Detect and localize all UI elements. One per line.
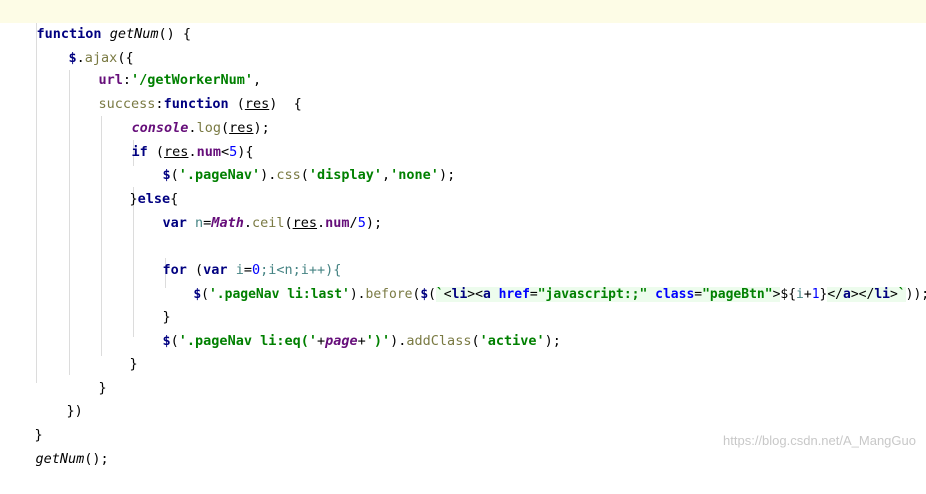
code-line-11: $('.pageNav li:last').before($(`<li><a h… xyxy=(162,260,926,302)
code-line-9: var n=Math.ceil(res.num/5); xyxy=(130,189,383,231)
code-editor[interactable]: function getNum() { $.ajax({ url:'/getWo… xyxy=(0,0,926,467)
html-tag: a xyxy=(843,287,851,302)
code-line-10: for (var i=0;i<n;i++){ xyxy=(130,236,342,278)
string: 'active' xyxy=(479,333,545,349)
punct: ). xyxy=(260,167,277,183)
code-line-5: console.log(res); xyxy=(99,94,270,136)
punct: ); xyxy=(365,215,383,231)
watermark: https://blog.csdn.net/A_MangGuo xyxy=(723,433,916,448)
global-object: Math xyxy=(211,215,244,231)
punct: ( xyxy=(300,167,309,183)
number: 5 xyxy=(357,215,366,231)
punct: ); xyxy=(438,167,456,183)
operator: / xyxy=(349,215,358,231)
punct: ( xyxy=(471,333,480,349)
template-literal: </a></li>` xyxy=(827,287,906,302)
code-line-18: getNum(); xyxy=(3,425,109,467)
code-line-16: }) xyxy=(34,377,83,419)
punct: ( xyxy=(284,215,293,231)
punct: ); xyxy=(253,120,270,136)
operator: + xyxy=(316,333,326,349)
property: num xyxy=(325,215,350,231)
punct: )); xyxy=(905,287,926,302)
jquery-dollar: $ xyxy=(420,287,429,302)
punct: ). xyxy=(349,287,366,302)
punct: , xyxy=(382,167,391,183)
string: ')' xyxy=(365,333,391,349)
brace: } xyxy=(129,356,138,372)
code-line-14: } xyxy=(97,330,138,372)
keyword: var xyxy=(162,215,187,231)
code-line-3: url:'/getWorkerNum', xyxy=(66,46,262,88)
interp-open: ${ xyxy=(780,287,797,302)
code-line-15: } xyxy=(66,354,107,396)
html-attr: href xyxy=(498,287,530,302)
attr-value: "javascript:;" xyxy=(537,287,648,302)
method: addClass xyxy=(406,333,472,349)
punct: ( xyxy=(170,333,179,349)
punct: ); xyxy=(544,333,561,349)
code-line-13: $('.pageNav li:eq('+page+')').addClass('… xyxy=(130,307,561,349)
code-line-12: } xyxy=(130,283,171,325)
tag-bracket: > xyxy=(889,287,898,302)
tag-bracket: ></ xyxy=(850,287,875,302)
operator: = xyxy=(694,287,703,302)
variable: i xyxy=(796,287,804,302)
string: '.pageNav li:last' xyxy=(208,287,350,302)
code-line-4: success:function (res) { xyxy=(66,70,302,112)
attr-value: "pageBtn" xyxy=(702,287,773,302)
punct: . xyxy=(243,215,252,231)
template-literal: `<li><a href="javascript:;" class="pageB… xyxy=(435,287,781,302)
variable: page xyxy=(325,333,358,349)
punct: (); xyxy=(84,451,109,467)
method: css xyxy=(276,167,301,183)
code-line-6: if (res.num<5){ xyxy=(99,118,254,160)
tag-bracket: </ xyxy=(827,287,844,302)
operator: = xyxy=(529,287,538,302)
string: '.pageNav li:eq(' xyxy=(178,333,317,349)
string: 'display' xyxy=(308,167,383,183)
tag-bracket: >< xyxy=(467,287,483,302)
code-line-17: } xyxy=(2,401,43,443)
punct: ) { xyxy=(269,96,302,112)
backtick: ` xyxy=(897,287,906,302)
jquery-dollar: $ xyxy=(162,333,171,349)
string: 'none' xyxy=(390,167,439,183)
html-tag: li xyxy=(451,287,468,302)
param: res xyxy=(292,215,318,231)
punct: . xyxy=(317,215,326,231)
tag-bracket: < xyxy=(443,287,452,302)
method: before xyxy=(365,287,413,302)
code-line-1: function getNum() { xyxy=(0,0,926,42)
method: ceil xyxy=(251,215,285,231)
string: '.pageNav' xyxy=(178,167,261,183)
code-line-2: $.ajax({ xyxy=(36,24,134,66)
brace: } xyxy=(98,380,107,396)
brace: }) xyxy=(66,403,83,419)
punct: ). xyxy=(390,333,407,349)
punct: ( xyxy=(428,287,436,302)
code-line-7: $('.pageNav').css('display','none'); xyxy=(130,141,456,183)
variable: n xyxy=(186,215,204,231)
html-attr: class xyxy=(655,287,695,302)
code-line-8: }else{ xyxy=(97,165,179,207)
html-tag: li xyxy=(874,287,890,302)
operator: + xyxy=(803,287,812,302)
punct: () { xyxy=(158,26,191,42)
backtick: ` xyxy=(435,287,444,302)
function-call: getNum xyxy=(35,451,85,467)
operator: + xyxy=(357,333,366,349)
html-tag: a xyxy=(482,287,491,302)
punct: ( xyxy=(201,287,209,302)
jquery-dollar: $ xyxy=(193,287,202,302)
number: 1 xyxy=(811,287,820,302)
